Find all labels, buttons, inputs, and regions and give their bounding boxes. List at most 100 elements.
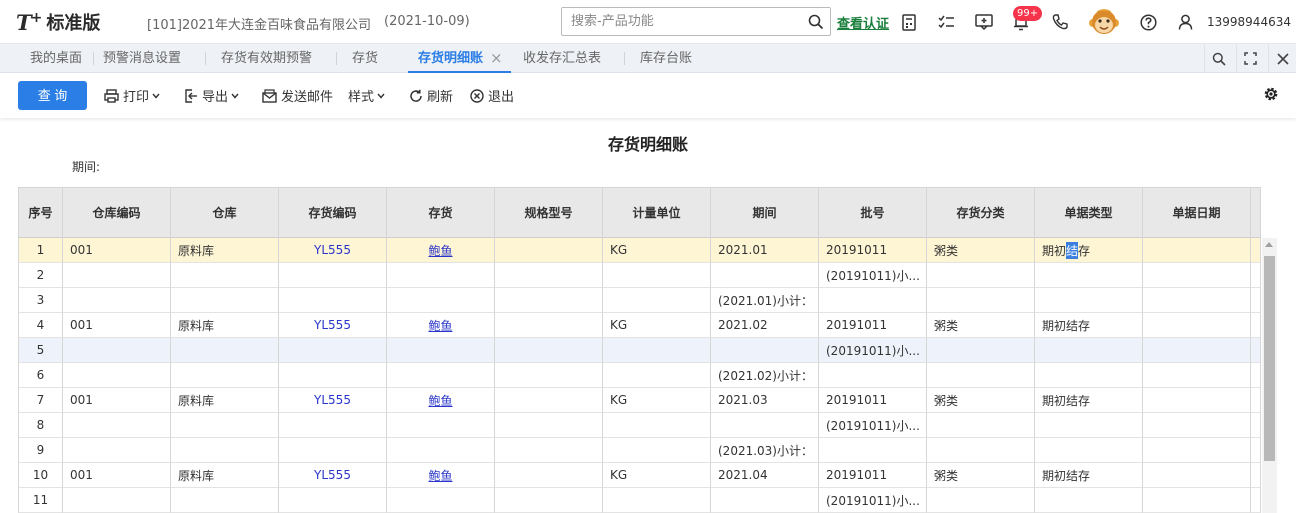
row-batch[interactable]	[819, 438, 927, 463]
row-period[interactable]	[711, 338, 819, 363]
verify-link[interactable]: 查看认证	[837, 13, 889, 32]
row-extra[interactable]	[1251, 313, 1261, 338]
row-inv-code[interactable]: YL555	[279, 463, 387, 488]
row-period[interactable]: (2021.01)小计：	[711, 288, 819, 313]
row-doc-type[interactable]	[1035, 363, 1143, 388]
row-extra[interactable]	[1251, 438, 1261, 463]
row-seq[interactable]: 9	[18, 438, 63, 463]
gear-icon[interactable]	[1262, 85, 1280, 106]
row-wh-code[interactable]	[63, 338, 171, 363]
row-unit[interactable]: KG	[603, 463, 711, 488]
tab-inventory[interactable]: 存货	[352, 44, 378, 73]
row-doc-date[interactable]	[1143, 438, 1251, 463]
tab-expiry-alert[interactable]: 存货有效期预警	[221, 44, 312, 73]
col-batch[interactable]: 批号	[819, 188, 927, 238]
row-doc-date[interactable]	[1143, 313, 1251, 338]
search-icon[interactable]	[808, 14, 824, 33]
row-wh-code[interactable]: 001	[63, 463, 171, 488]
row-category[interactable]	[927, 488, 1035, 513]
table-row[interactable]: 7 001 原料库 YL555 鲍鱼 KG 2021.03 20191011 粥类 期初结存	[18, 388, 1261, 413]
row-inv-code[interactable]: YL555	[279, 313, 387, 338]
tab-my-desktop[interactable]: 我的桌面	[30, 44, 82, 73]
row-doc-date[interactable]	[1143, 288, 1251, 313]
row-doc-date[interactable]	[1143, 263, 1251, 288]
row-warehouse[interactable]	[171, 438, 279, 463]
tab-stock-ledger[interactable]: 库存台账	[640, 44, 692, 73]
table-row[interactable]: 6 (2021.02)小计：	[18, 363, 1261, 388]
account-phone[interactable]: 13998944634	[1207, 15, 1291, 29]
row-wh-code[interactable]	[63, 438, 171, 463]
row-batch[interactable]: (20191011)小...	[819, 413, 927, 438]
row-batch[interactable]: 20191011	[819, 463, 927, 488]
query-button[interactable]: 查 询	[18, 81, 87, 110]
row-inventory[interactable]: 鲍鱼	[387, 463, 495, 488]
table-row[interactable]: 11 (20191011)小...	[18, 488, 1261, 513]
row-seq[interactable]: 2	[18, 263, 63, 288]
row-batch[interactable]: 20191011	[819, 313, 927, 338]
row-seq[interactable]: 8	[18, 413, 63, 438]
row-inv-code[interactable]: YL555	[279, 388, 387, 413]
row-doc-date[interactable]	[1143, 388, 1251, 413]
row-batch[interactable]: 20191011	[819, 238, 927, 263]
row-inv-code[interactable]	[279, 263, 387, 288]
row-spec[interactable]	[495, 488, 603, 513]
col-doc-type[interactable]: 单据类型	[1035, 188, 1143, 238]
fullscreen-icon[interactable]	[1236, 44, 1264, 73]
row-extra[interactable]	[1251, 413, 1261, 438]
calculator-icon[interactable]	[899, 12, 919, 32]
row-batch[interactable]: (20191011)小...	[819, 263, 927, 288]
row-wh-code[interactable]	[63, 363, 171, 388]
row-period[interactable]: (2021.02)小计：	[711, 363, 819, 388]
row-extra[interactable]	[1251, 338, 1261, 363]
row-seq[interactable]: 6	[18, 363, 63, 388]
row-category[interactable]	[927, 438, 1035, 463]
row-doc-type[interactable]: 期初结存	[1035, 388, 1143, 413]
row-warehouse[interactable]	[171, 338, 279, 363]
row-unit[interactable]	[603, 288, 711, 313]
row-unit[interactable]: KG	[603, 388, 711, 413]
row-unit[interactable]	[603, 413, 711, 438]
scroll-thumb[interactable]	[1264, 256, 1275, 461]
row-inventory[interactable]	[387, 488, 495, 513]
row-category[interactable]	[927, 263, 1035, 288]
tab-alert-settings[interactable]: 预警消息设置	[103, 44, 181, 73]
row-warehouse[interactable]	[171, 288, 279, 313]
close-icon[interactable]: ×	[490, 44, 503, 73]
row-period[interactable]	[711, 488, 819, 513]
row-category[interactable]: 粥类	[927, 313, 1035, 338]
row-inv-code[interactable]: YL555	[279, 238, 387, 263]
row-category[interactable]	[927, 338, 1035, 363]
row-warehouse[interactable]	[171, 363, 279, 388]
table-row[interactable]: 9 (2021.03)小计：	[18, 438, 1261, 463]
row-doc-date[interactable]	[1143, 238, 1251, 263]
exit-button[interactable]: 退出	[470, 87, 514, 105]
row-inventory[interactable]: 鲍鱼	[387, 313, 495, 338]
row-doc-date[interactable]	[1143, 413, 1251, 438]
row-category[interactable]: 粥类	[927, 388, 1035, 413]
row-period[interactable]	[711, 413, 819, 438]
row-extra[interactable]	[1251, 463, 1261, 488]
row-spec[interactable]	[495, 438, 603, 463]
row-category[interactable]	[927, 413, 1035, 438]
row-batch[interactable]: (20191011)小...	[819, 338, 927, 363]
row-spec[interactable]	[495, 263, 603, 288]
table-row[interactable]: 10 001 原料库 YL555 鲍鱼 KG 2021.04 20191011 粥类 期初结存	[18, 463, 1261, 488]
row-unit[interactable]	[603, 488, 711, 513]
row-inv-code[interactable]	[279, 413, 387, 438]
row-unit[interactable]	[603, 363, 711, 388]
row-wh-code[interactable]	[63, 413, 171, 438]
row-inv-code[interactable]	[279, 363, 387, 388]
row-unit[interactable]: KG	[603, 313, 711, 338]
row-warehouse[interactable]	[171, 263, 279, 288]
col-warehouse[interactable]: 仓库	[171, 188, 279, 238]
col-inventory[interactable]: 存货	[387, 188, 495, 238]
refresh-button[interactable]: 刷新	[409, 87, 453, 105]
row-extra[interactable]	[1251, 363, 1261, 388]
col-unit[interactable]: 计量单位	[603, 188, 711, 238]
row-batch[interactable]	[819, 363, 927, 388]
row-seq[interactable]: 1	[18, 238, 63, 263]
row-unit[interactable]	[603, 338, 711, 363]
close-all-icon[interactable]	[1268, 44, 1296, 73]
row-inventory[interactable]: 鲍鱼	[387, 238, 495, 263]
row-category[interactable]: 粥类	[927, 463, 1035, 488]
